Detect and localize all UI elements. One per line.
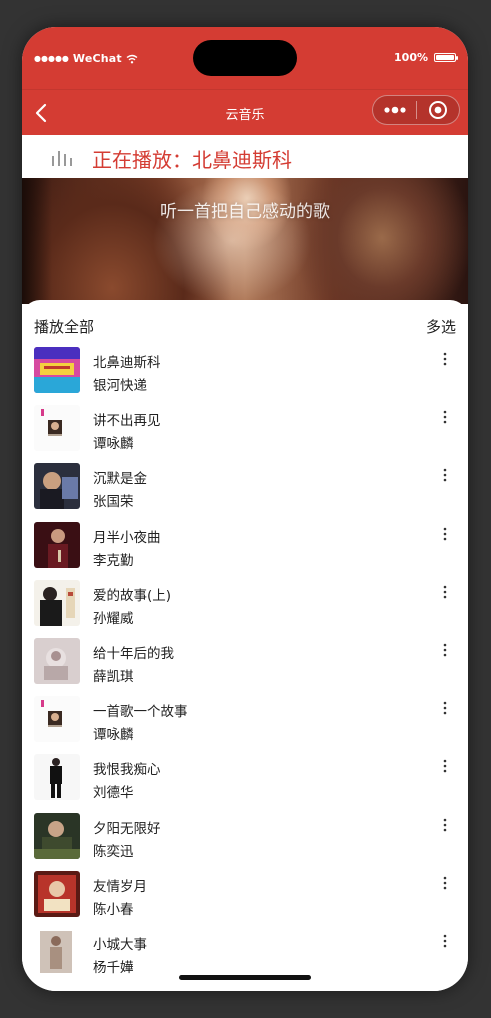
song-artist: 刘德华 [93,785,134,802]
song-artist: 谭咏麟 [93,436,134,453]
song-row[interactable]: 我恨我痴心 刘德华 [22,754,468,812]
song-row[interactable]: 讲不出再见 谭咏麟 [22,405,468,463]
more-vertical-icon[interactable] [442,351,448,366]
song-list-panel: 播放全部 多选 北鼻迪斯科 银河快递 讲不出再见 谭咏麟 沉默是金 张国荣 月半小夜曲 李克勤… [22,300,468,991]
more-vertical-icon[interactable] [442,584,448,599]
song-row[interactable]: 沉默是金 张国荣 [22,463,468,521]
home-indicator[interactable] [179,975,311,980]
song-artist: 李克勤 [93,552,134,569]
album-cover [34,754,80,801]
song-title: 讲不出再见 [93,413,161,430]
song-title: 我恨我痴心 [93,762,161,779]
battery-percent: 100% [394,51,428,64]
song-row[interactable]: 月半小夜曲 李克勤 [22,521,468,580]
album-cover [34,579,80,626]
song-title: 小城大事 [93,937,147,953]
song-title: 北鼻迪斯科 [93,355,161,371]
play-all-button[interactable]: 播放全部 [34,316,94,337]
status-carrier: ●●●●● WeChat [34,52,138,65]
song-title: 给十年后的我 [93,646,174,662]
more-vertical-icon[interactable] [442,526,448,540]
album-cover [34,870,80,917]
status-battery: 100% [394,51,458,64]
more-vertical-icon[interactable] [442,875,448,890]
target-close-icon[interactable] [417,95,459,125]
song-artist: 薛凯琪 [93,669,134,685]
more-vertical-icon[interactable] [442,467,448,482]
album-cover [34,347,80,393]
song-title: 爱的故事(上) [93,587,172,604]
song-row[interactable]: 友情岁月 陈小春 [22,870,468,929]
multi-select-button[interactable]: 多选 [426,316,456,337]
more-vertical-icon[interactable] [442,758,448,773]
more-vertical-icon[interactable] [442,409,448,424]
more-dots-icon[interactable] [373,95,416,125]
more-vertical-icon[interactable] [442,817,448,831]
list-header: 播放全部 多选 [22,300,468,336]
album-cover [34,638,80,684]
dynamic-island [193,40,297,76]
song-artist: 陈小春 [93,901,134,918]
song-artist: 银河快递 [93,378,147,394]
album-cover [34,929,80,975]
song-row[interactable]: 给十年后的我 薛凯琪 [22,638,468,696]
song-artist: 谭咏麟 [93,727,134,744]
more-vertical-icon[interactable] [442,933,448,948]
carrier-name: WeChat [72,52,122,65]
status-bar: ●●●●● WeChat 100% [22,27,468,89]
song-artist: 孙耀威 [93,610,134,627]
battery-fill [436,55,454,60]
banner-caption: 听一首把自己感动的歌 [160,202,330,222]
song-title: 友情岁月 [93,878,147,895]
song-title: 夕阳无限好 [93,820,161,837]
more-vertical-icon[interactable] [442,642,448,657]
song-row[interactable]: 北鼻迪斯科 银河快递 [22,347,468,405]
now-playing-bar[interactable]: 正在播放：北鼻迪斯科 [22,135,468,178]
song-artist: 陈奕迅 [93,843,134,860]
song-title: 一首歌一个故事 [93,704,188,721]
mini-program-capsule [372,95,460,125]
wifi-icon [126,54,138,63]
song-row[interactable]: 夕阳无限好 陈奕迅 [22,812,468,871]
phone-screen: ●●●●● WeChat 100% 云音乐 正在播放：北鼻迪斯科 听一首把自己感… [22,27,468,991]
album-cover [34,405,80,452]
battery-icon [434,53,458,62]
now-playing-text: 正在播放：北鼻迪斯科 [92,148,292,172]
album-cover [34,463,80,510]
album-cover [34,696,80,743]
more-vertical-icon[interactable] [442,700,448,715]
song-row[interactable]: 爱的故事(上) 孙耀威 [22,579,468,638]
album-cover [34,521,80,568]
song-artist: 张国荣 [93,494,134,511]
album-cover [34,812,80,859]
equalizer-bars-icon [52,151,72,166]
song-title: 月半小夜曲 [93,529,161,546]
song-title: 沉默是金 [93,471,147,488]
song-artist: 杨千嬅 [93,960,134,976]
signal-dots: ●●●●● [34,54,69,63]
nav-bar: 云音乐 [22,89,468,136]
song-row[interactable]: 一首歌一个故事 谭咏麟 [22,696,468,754]
banner-image[interactable]: 听一首把自己感动的歌 [22,178,468,304]
